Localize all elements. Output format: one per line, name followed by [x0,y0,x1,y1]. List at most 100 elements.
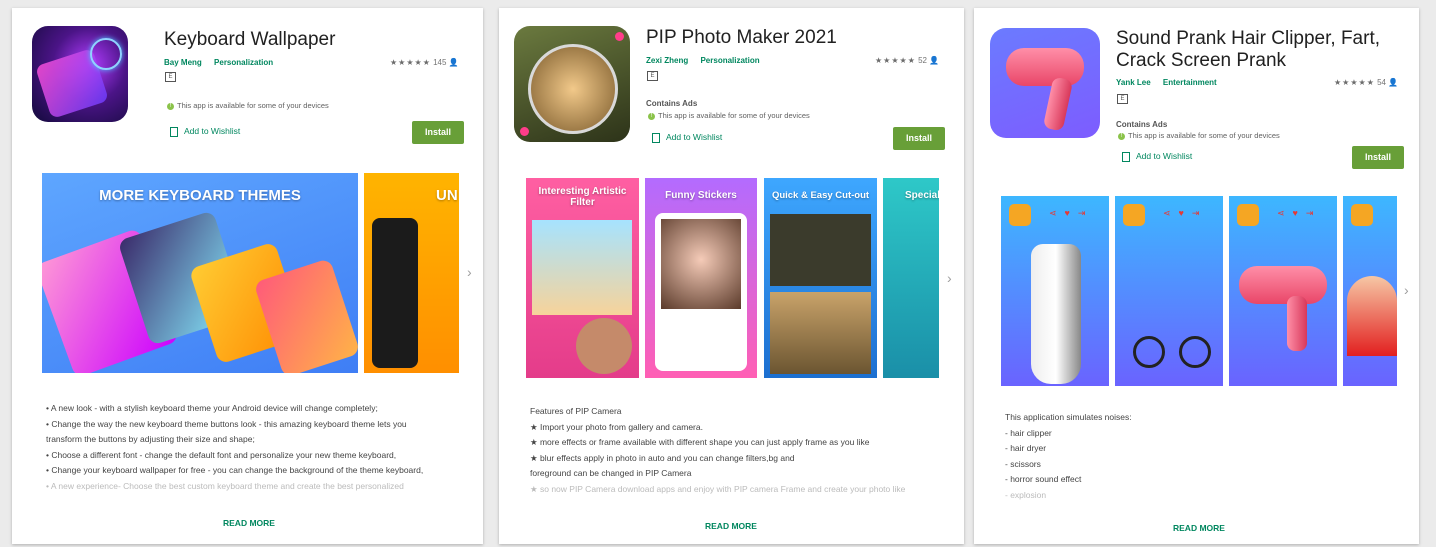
pink-dot-icon [520,127,529,136]
rating-stars: ★★★★★ [390,58,431,67]
screenshot-caption: Funny Stickers [665,190,737,201]
screenshot[interactable]: Funny Stickers [645,178,757,378]
before-preview [770,214,871,286]
content-rating-icon: E [165,72,176,82]
chevron-right-icon[interactable]: › [947,270,952,286]
scissors-image [1179,336,1211,368]
screenshot[interactable]: MORE KEYBOARD THEMES [42,173,358,373]
install-button[interactable]: Install [1352,146,1404,169]
screenshot[interactable]: ⋖♥⇥ [1229,196,1337,386]
chevron-right-icon[interactable]: › [467,264,472,280]
screenshot[interactable] [1343,196,1397,386]
install-button[interactable]: Install [893,127,945,150]
read-more-link[interactable]: READ MORE [705,521,757,531]
person-icon: 👤 [929,56,940,65]
read-more-link[interactable]: READ MORE [223,518,275,528]
app-title[interactable]: Keyboard Wallpaper [164,29,335,51]
content-rating-icon: E [647,71,658,81]
rating-count: 52 [918,56,927,65]
app-title[interactable]: PIP Photo Maker 2021 [646,27,837,49]
screenshot[interactable]: ⋖♥⇥ [1001,196,1109,386]
hair-dryer-image [1239,266,1327,304]
category-link[interactable]: Entertainment [1163,78,1217,87]
rating-stars: ★★★★★ [875,56,916,65]
hair-dryer-image [1287,296,1307,351]
share-like-exit-icons: ⋖♥⇥ [1049,208,1094,218]
install-button[interactable]: Install [412,121,464,144]
app-meta: Bay Meng Personalization [164,58,283,67]
app-icon[interactable] [514,26,630,142]
person-icon: 👤 [448,58,459,67]
app-card-sound-prank: Sound Prank Hair Clipper, Fart, Crack Sc… [974,8,1419,544]
rating-stars: ★★★★★ [1334,78,1375,87]
person-icon: 👤 [1388,78,1399,87]
face-preview [661,219,741,309]
contains-ads-label: Contains Ads [646,99,698,108]
phone-preview [372,218,418,368]
rating: ★★★★★ 52 👤 [875,56,939,65]
app-card-keyboard-wallpaper: Keyboard Wallpaper Bay Meng Personalizat… [12,8,483,544]
app-description: This application simulates noises: - hai… [1005,412,1132,500]
scissors-image [1133,336,1165,368]
bookmark-icon [1122,151,1130,162]
availability-note: ! This app is available for some of your … [648,111,810,120]
add-to-wishlist[interactable]: Add to Wishlist [652,132,722,143]
app-icon[interactable] [990,28,1100,138]
screenshot[interactable]: Quick & Easy Cut-out [764,178,877,378]
app-mini-icon [1237,204,1259,226]
developer-link[interactable]: Zexi Zheng [646,56,688,65]
cartoon-image [1347,276,1397,356]
app-card-pip-photo-maker: PIP Photo Maker 2021 Zexi Zheng Personal… [499,8,964,544]
info-icon: ! [648,112,655,120]
app-mini-icon [1009,204,1031,226]
developer-link[interactable]: Bay Meng [164,58,202,67]
screenshot[interactable]: ⋖♥⇥ [1115,196,1223,386]
read-more-link[interactable]: READ MORE [1173,523,1225,533]
cartoon-preview [532,220,632,315]
info-icon: ! [1118,132,1125,140]
app-description: Features of PIP Camera ★ Import your pho… [530,406,906,494]
app-meta: Yank Lee Entertainment [1116,78,1227,87]
app-meta: Zexi Zheng Personalization [646,56,770,65]
content-rating-icon: E [1117,94,1128,104]
screenshot-caption: UN [436,187,458,204]
category-link[interactable]: Personalization [214,58,273,67]
availability-note: ! This app is available for some of your … [1118,131,1280,140]
screenshot-caption: MORE KEYBOARD THEMES [99,187,301,204]
bookmark-icon [652,132,660,143]
add-to-wishlist[interactable]: Add to Wishlist [1122,151,1192,162]
screenshot-caption: Special [905,190,939,201]
screenshot[interactable]: UN [364,173,459,373]
portrait-preview [576,318,632,374]
pink-dot-icon [615,32,624,41]
screenshot-caption: Quick & Easy Cut-out [771,190,870,201]
contains-ads-label: Contains Ads [1116,120,1168,129]
screenshot[interactable]: Special [883,178,939,378]
rating: ★★★★★ 145 👤 [390,58,459,67]
app-mini-icon [1123,204,1145,226]
rating: ★★★★★ 54 👤 [1334,78,1398,87]
screenshot[interactable]: Interesting Artistic Filter [526,178,639,378]
app-mini-icon [1351,204,1373,226]
rating-count: 145 [433,58,447,67]
app-description: • A new look - with a stylish keyboard t… [46,403,424,491]
add-to-wishlist[interactable]: Add to Wishlist [170,126,240,137]
screenshot-caption: Interesting Artistic Filter [538,186,627,208]
chevron-right-icon[interactable]: › [1404,282,1409,298]
availability-note: ! This app is available for some of your … [167,101,329,110]
bookmark-icon [170,126,178,137]
app-title[interactable]: Sound Prank Hair Clipper, Fart, Crack Sc… [1116,28,1380,72]
hair-dryer-icon [1006,48,1084,86]
info-icon: ! [167,102,174,110]
app-icon[interactable] [32,26,128,122]
rating-count: 54 [1377,78,1386,87]
share-like-exit-icons: ⋖♥⇥ [1163,208,1208,218]
after-preview [770,292,871,374]
hair-clipper-image [1031,244,1081,384]
bubble-icon [90,38,122,70]
category-link[interactable]: Personalization [700,56,759,65]
phone-preview [655,213,747,371]
developer-link[interactable]: Yank Lee [1116,78,1151,87]
pip-frame-icon [528,44,618,134]
share-like-exit-icons: ⋖♥⇥ [1277,208,1322,218]
